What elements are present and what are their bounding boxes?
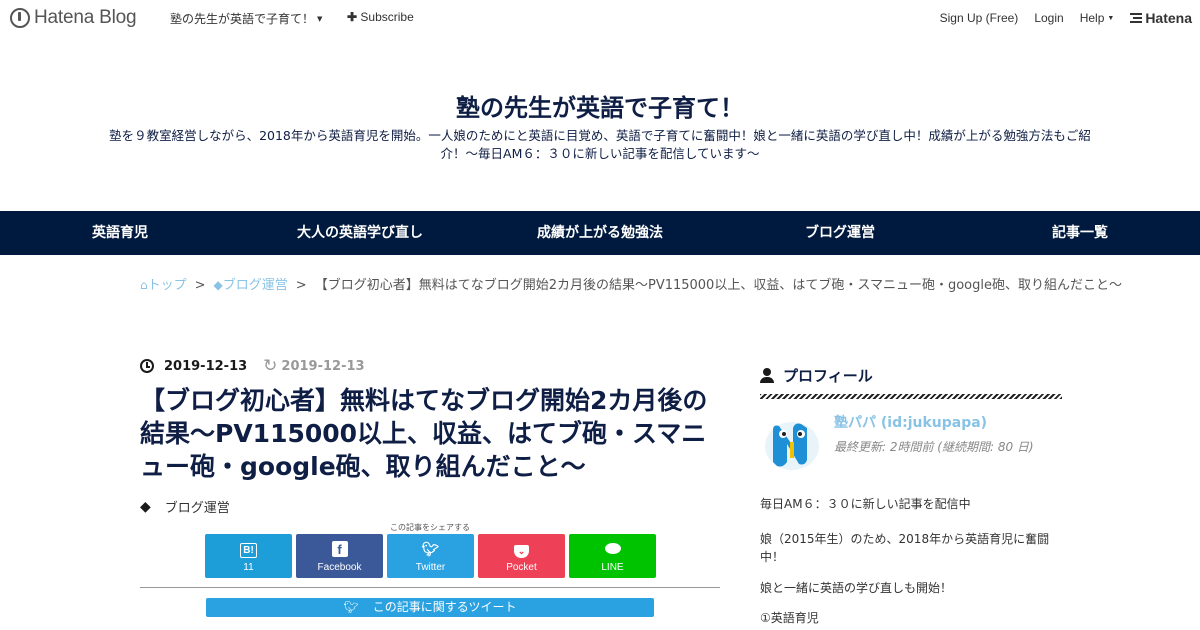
nav-item-article-list[interactable]: 記事一覧 xyxy=(960,211,1200,255)
signup-link[interactable]: Sign Up (Free) xyxy=(940,11,1019,25)
nav-item-study-method[interactable]: 成績が上がる勉強法 xyxy=(480,211,720,255)
hatebu-share-button[interactable]: B! 11 xyxy=(205,534,292,578)
article-category: ◆ ブログ運営 xyxy=(140,497,230,517)
share-buttons: B! 11 f Facebook 🐦︎ Twitter ⌄ Pocket LIN… xyxy=(205,534,660,578)
line-icon xyxy=(569,540,656,558)
twitter-bird-icon: 🐦︎ xyxy=(343,600,359,614)
help-label: Help xyxy=(1079,11,1105,25)
article-category-link[interactable]: ブログ運営 xyxy=(165,497,230,516)
hatebu-icon: B! xyxy=(205,540,292,558)
tag-icon: ◆ xyxy=(140,498,151,515)
pocket-icon: ⌄ xyxy=(478,540,565,558)
divider xyxy=(140,587,720,588)
avatar[interactable] xyxy=(763,416,821,472)
blog-title[interactable]: 塾の先生が英語で子育て！ xyxy=(0,88,1200,123)
hatena-mark-icon xyxy=(1130,11,1143,25)
line-label: LINE xyxy=(601,562,624,573)
profile-last-updated: 最終更新: 2時間前 (継続期間: 80 日) xyxy=(834,440,1034,454)
updated-date: 2019-12-13 xyxy=(281,358,365,374)
breadcrumb-category[interactable]: ブログ運営 xyxy=(223,278,288,293)
related-tweets-label: この記事に関するツイート xyxy=(372,600,517,614)
twitter-share-button[interactable]: 🐦︎ Twitter xyxy=(387,534,474,578)
nav-item-blog-management[interactable]: ブログ運営 xyxy=(720,211,960,255)
blog-selector-label: 塾の先生が英語で子育て！ xyxy=(170,12,315,26)
breadcrumb-top[interactable]: トップ xyxy=(148,278,187,293)
caret-down-icon: ▼ xyxy=(317,15,323,23)
profile-heading: プロフィール xyxy=(760,365,873,386)
subscribe-button[interactable]: ✚ Subscribe xyxy=(347,10,414,24)
twitter-bird-icon: 🐦︎ xyxy=(421,541,440,557)
profile-heading-label: プロフィール xyxy=(783,367,873,385)
article-meta: 2019-12-13 ↻ 2019-12-13 xyxy=(140,356,365,376)
profile-text-line: 娘（2015年生）のため、2018年から英語育児に奮闘中！ xyxy=(760,532,1050,564)
subscribe-label: Subscribe xyxy=(360,10,414,24)
hatebu-count: 11 xyxy=(243,562,254,573)
profile-text-line: 毎日AM６：３０に新しい記事を配信中 xyxy=(760,497,971,511)
clock-icon xyxy=(140,359,154,373)
logo-text: Hatena Blog xyxy=(34,7,137,28)
pocket-share-button[interactable]: ⌄ Pocket xyxy=(478,534,565,578)
hatena-blog-logo[interactable]: Hatena Blog xyxy=(10,7,137,29)
help-menu[interactable]: Help ▼ xyxy=(1080,11,1115,25)
login-link[interactable]: Login xyxy=(1034,11,1063,25)
blog-selector[interactable]: 塾の先生が英語で子育て！ ▼ xyxy=(170,10,322,27)
nav-item-adult-english[interactable]: 大人の英語学び直し xyxy=(240,211,480,255)
line-share-button[interactable]: LINE xyxy=(569,534,656,578)
facebook-icon: f xyxy=(296,540,383,558)
user-icon xyxy=(760,367,774,384)
profile-text-line: ①英語育児 xyxy=(760,611,819,625)
breadcrumb: ⌂トップ > ◆ブログ運営 > 【ブログ初心者】無料はてなブログ開始2カ月後の結果～PV… xyxy=(140,276,1150,295)
plus-icon: ✚ xyxy=(347,10,358,24)
twitter-label: Twitter xyxy=(415,562,446,573)
profile-name[interactable]: 塾パパ (id:jukupapa) xyxy=(834,412,987,432)
share-caption: この記事をシェアする xyxy=(390,523,470,532)
breadcrumb-current: 【ブログ初心者】無料はてなブログ開始2カ月後の結果～PV115000以上、収益、… xyxy=(314,278,1122,293)
breadcrumb-separator: > xyxy=(295,278,307,293)
heading-stripe xyxy=(760,394,1062,399)
related-tweets-button[interactable]: 🐦︎ この記事に関するツイート xyxy=(206,598,654,617)
category-nav: 英語育児 大人の英語学び直し 成績が上がる勉強法 ブログ運営 記事一覧 xyxy=(0,211,1200,255)
updated-icon: ↻ xyxy=(263,356,278,376)
header-right: Sign Up (Free) Login Help ▼ Hatena xyxy=(940,10,1192,26)
profile-text-line: 娘と一緒に英語の学び直しも開始！ xyxy=(760,581,953,595)
article-title[interactable]: 【ブログ初心者】無料はてなブログ開始2カ月後の結果～PV115000以上、収益、… xyxy=(140,384,720,483)
breadcrumb-separator: > xyxy=(194,278,206,293)
hatena-logo-icon xyxy=(10,8,30,28)
facebook-label: Facebook xyxy=(317,562,362,573)
hatena-label: Hatena xyxy=(1145,10,1192,26)
published-date: 2019-12-13 xyxy=(164,358,248,374)
global-header: Hatena Blog 塾の先生が英語で子育て！ ▼ ✚ Subscribe Si… xyxy=(0,0,1200,36)
home-icon: ⌂ xyxy=(140,278,148,292)
caret-down-icon: ▼ xyxy=(1107,15,1115,22)
tag-icon: ◆ xyxy=(213,278,223,292)
facebook-share-button[interactable]: f Facebook xyxy=(296,534,383,578)
hatena-link[interactable]: Hatena xyxy=(1130,10,1192,26)
blog-description: 塾を９教室経営しながら、2018年から英語育児を開始。一人娘のためにと英語に目覚… xyxy=(109,128,1091,161)
pocket-label: Pocket xyxy=(506,562,537,573)
nav-item-english-parenting[interactable]: 英語育児 xyxy=(0,211,240,255)
